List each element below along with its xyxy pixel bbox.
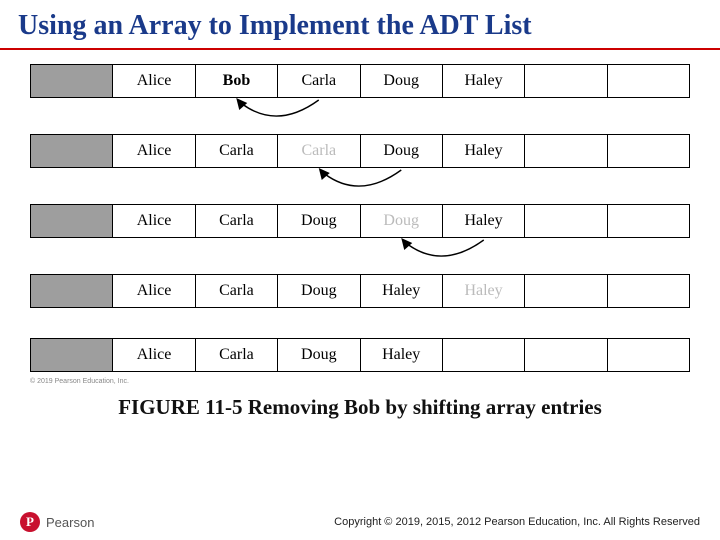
array-cell (608, 65, 689, 97)
array-cell: Alice (113, 275, 195, 307)
array-row: AliceBobCarlaDougHaley (30, 64, 690, 98)
array-cell: Doug (278, 205, 360, 237)
array-cell (608, 205, 689, 237)
array-cell (525, 205, 607, 237)
array-cell: Haley (443, 135, 525, 167)
array-row: AliceCarlaCarlaDougHaley (30, 134, 690, 168)
image-copyright: © 2019 Pearson Education, Inc. (0, 378, 720, 385)
array-cell: Doug (361, 135, 443, 167)
array-cell: Haley (443, 65, 525, 97)
array-cell: Carla (196, 339, 278, 371)
array-cell: Doug (361, 205, 443, 237)
array-cell: Carla (196, 205, 278, 237)
array-cell: Haley (443, 275, 525, 307)
array-cell: Alice (113, 205, 195, 237)
array-row-wrap: AliceBobCarlaDougHaley (30, 64, 690, 128)
array-row: AliceCarlaDougHaleyHaley (30, 274, 690, 308)
array-cell: Carla (278, 65, 360, 97)
array-cell (31, 205, 113, 237)
array-cell (443, 339, 525, 371)
footer-copyright: Copyright © 2019, 2015, 2012 Pearson Edu… (94, 516, 700, 528)
array-cell (31, 339, 113, 371)
array-cell (525, 135, 607, 167)
figure-caption: FIGURE 11-5 Removing Bob by shifting arr… (0, 385, 720, 424)
shift-arrow (30, 238, 690, 268)
array-row: AliceCarlaDougHaley (30, 338, 690, 372)
array-row-wrap: AliceCarlaCarlaDougHaley (30, 134, 690, 198)
brand-name: Pearson (46, 515, 94, 530)
array-cell: Bob (196, 65, 278, 97)
array-cell (608, 135, 689, 167)
array-cell (525, 275, 607, 307)
array-cell (608, 275, 689, 307)
array-cell: Alice (113, 65, 195, 97)
shift-arrow (30, 168, 690, 198)
array-cell: Alice (113, 339, 195, 371)
array-cell: Doug (361, 65, 443, 97)
array-cell: Carla (196, 135, 278, 167)
array-diagram: AliceBobCarlaDougHaleyAliceCarlaCarlaDou… (0, 64, 720, 372)
array-cell: Haley (361, 275, 443, 307)
array-cell (31, 135, 113, 167)
array-row: AliceCarlaDougDougHaley (30, 204, 690, 238)
shift-arrow (30, 98, 690, 128)
array-row-wrap: AliceCarlaDougHaley (30, 338, 690, 372)
page-title: Using an Array to Implement the ADT List (0, 0, 720, 50)
array-row-wrap: AliceCarlaDougDougHaley (30, 204, 690, 268)
pearson-logo-icon: P (20, 512, 40, 532)
array-cell: Haley (361, 339, 443, 371)
array-cell: Doug (278, 275, 360, 307)
array-cell (525, 339, 607, 371)
array-cell: Alice (113, 135, 195, 167)
array-cell: Carla (196, 275, 278, 307)
array-cell (525, 65, 607, 97)
array-cell (31, 65, 113, 97)
array-row-wrap: AliceCarlaDougHaleyHaley (30, 274, 690, 332)
footer: P Pearson Copyright © 2019, 2015, 2012 P… (0, 512, 720, 532)
array-cell: Doug (278, 339, 360, 371)
array-cell: Carla (278, 135, 360, 167)
array-cell: Haley (443, 205, 525, 237)
array-cell (608, 339, 689, 371)
array-cell (31, 275, 113, 307)
